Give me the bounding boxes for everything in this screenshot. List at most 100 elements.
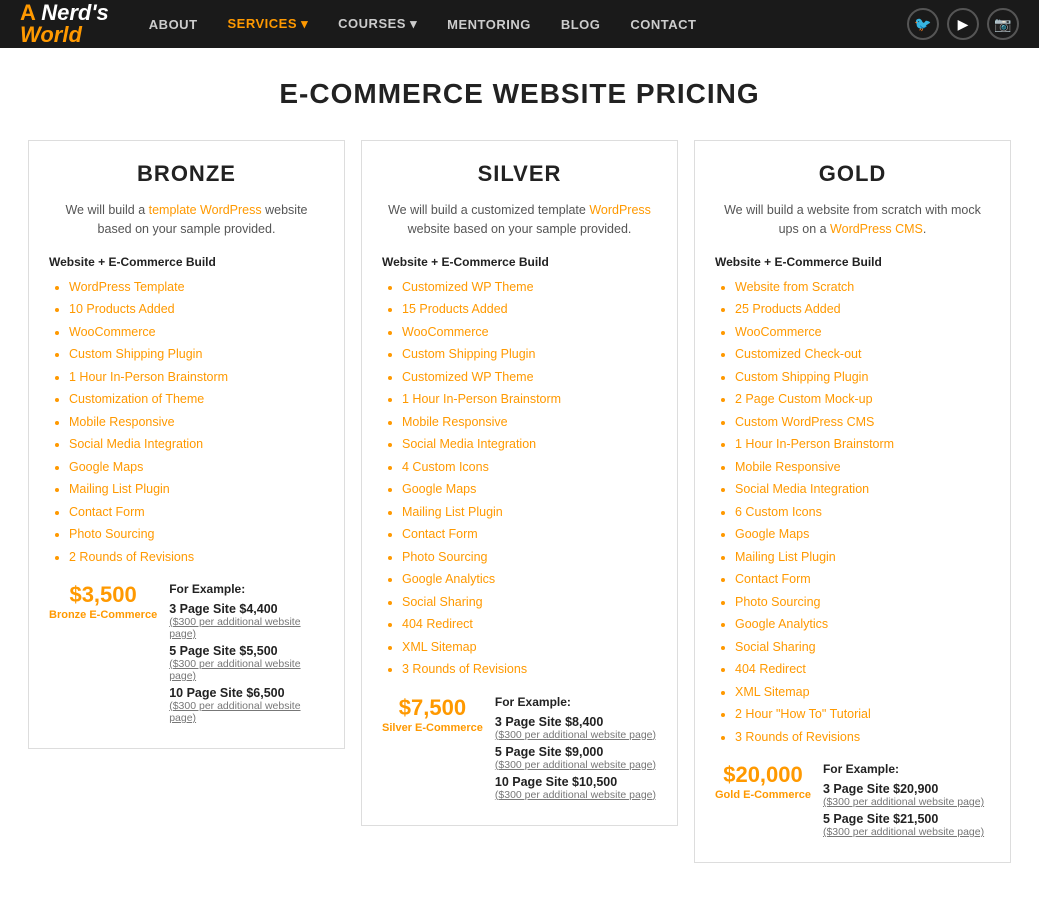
list-item: Photo Sourcing	[69, 526, 324, 544]
gold-for-example-label: For Example:	[823, 762, 990, 776]
bronze-pricing-bottom: $3,500 Bronze E-Commerce For Example: 3 Pa…	[49, 582, 324, 728]
twitter-icon[interactable]: 🐦	[907, 8, 939, 40]
list-item: Google Analytics	[735, 616, 990, 634]
silver-desc: We will build a customized template Word…	[382, 201, 657, 239]
nav-mentoring[interactable]: MENTORING	[447, 17, 531, 32]
list-item: Google Maps	[402, 481, 657, 499]
pricing-card-silver: SILVER We will build a customized templat…	[361, 140, 678, 826]
list-item: Mobile Responsive	[69, 414, 324, 432]
nav-contact[interactable]: CONTACT	[630, 17, 696, 32]
tier-name: 3 Page Site $4,400	[169, 602, 324, 616]
list-item: 2 Hour "How To" Tutorial	[735, 706, 990, 724]
instagram-icon[interactable]: 📷	[987, 8, 1019, 40]
bronze-price-badge: $3,500 Bronze E-Commerce	[49, 582, 157, 622]
silver-price-examples: For Example:3 Page Site $8,400 ($300 per…	[495, 695, 657, 805]
silver-title: SILVER	[382, 161, 657, 187]
silver-feature-list: Customized WP Theme 15 Products Added WooC…	[382, 279, 657, 679]
list-item: Contact Form	[69, 504, 324, 522]
bronze-for-example-label: For Example:	[169, 582, 324, 596]
list-item: 1 Hour In-Person Brainstorm	[402, 391, 657, 409]
gold-price-main: $20,000	[715, 762, 811, 788]
list-item: 3 Rounds of Revisions	[735, 729, 990, 747]
price-tier-row: 3 Page Site $8,400 ($300 per additional …	[495, 715, 657, 741]
pricing-card-gold: GOLD We will build a website from scratch…	[694, 140, 1011, 863]
gold-title: GOLD	[715, 161, 990, 187]
pricing-card-bronze: BRONZE We will build a template WordPress…	[28, 140, 345, 749]
price-tier-row: 5 Page Site $5,500 ($300 per additional …	[169, 644, 324, 682]
list-item: 404 Redirect	[402, 616, 657, 634]
social-icons: 🐦 ▶ 📷	[907, 8, 1019, 40]
gold-price-examples: For Example: 3 Page Site $20,900 ($300 pe…	[823, 762, 990, 842]
list-item: WordPress Template	[69, 279, 324, 297]
list-item: 2 Rounds of Revisions	[69, 549, 324, 567]
youtube-icon[interactable]: ▶	[947, 8, 979, 40]
bronze-section-label: Website + E-Commerce Build	[49, 255, 324, 269]
list-item: 2 Page Custom Mock-up	[735, 391, 990, 409]
list-item: Custom Shipping Plugin	[402, 346, 657, 364]
bronze-title: BRONZE	[49, 161, 324, 187]
gold-pricing-bottom: $20,000 Gold E-Commerce For Example: 3 Pag…	[715, 762, 990, 842]
gold-section-label: Website + E-Commerce Build	[715, 255, 990, 269]
tier-name: 10 Page Site $6,500	[169, 686, 324, 700]
price-tier-row: 5 Page Site $9,000 ($300 per additional …	[495, 745, 657, 771]
silver-section-label: Website + E-Commerce Build	[382, 255, 657, 269]
price-tier-row: 5 Page Site $21,500 ($300 per additional…	[823, 812, 990, 838]
nav-about[interactable]: ABOUT	[149, 17, 198, 32]
list-item: Website from Scratch	[735, 279, 990, 297]
bronze-price-label: Bronze E-Commerce	[49, 608, 157, 622]
bronze-feature-list: WordPress Template10 Products AddedWooCo…	[49, 279, 324, 567]
nav-services[interactable]: SERVICES ▾	[228, 16, 309, 32]
list-item: 1 Hour In-Person Brainstorm	[69, 369, 324, 387]
bronze-desc: We will build a template WordPress websi…	[49, 201, 324, 239]
tier-note: ($300 per additional website page)	[169, 658, 324, 682]
tier-note: ($300 per additional website page)	[823, 796, 990, 808]
price-tier-row: 10 Page Site $10,500 ($300 per additiona…	[495, 775, 657, 801]
price-tier-row: 10 Page Site $6,500 ($300 per additional…	[169, 686, 324, 724]
tier-name: 5 Page Site $9,000	[495, 745, 657, 759]
list-item: 3 Rounds of Revisions	[402, 661, 657, 679]
tier-note: ($300 per additional website page)	[823, 826, 990, 838]
list-item: Social Media Integration	[735, 481, 990, 499]
list-item: Customized WP Theme	[402, 279, 657, 297]
list-item: XML Sitemap	[735, 684, 990, 702]
list-item: 25 Products Added	[735, 301, 990, 319]
silver-pricing-bottom: $7,500 Silver E-CommerceFor Example:3 Pa…	[382, 695, 657, 805]
list-item: Mobile Responsive	[402, 414, 657, 432]
list-item: Google Analytics	[402, 571, 657, 589]
list-item: 6 Custom Icons	[735, 504, 990, 522]
list-item: Mailing List Plugin	[69, 481, 324, 499]
tier-name: 5 Page Site $5,500	[169, 644, 324, 658]
pricing-grid: BRONZE We will build a template WordPress…	[0, 130, 1039, 883]
list-item: Photo Sourcing	[402, 549, 657, 567]
list-item: Social Media Integration	[69, 436, 324, 454]
tier-note: ($300 per additional website page)	[169, 616, 324, 640]
gold-price-badge: $20,000 Gold E-Commerce	[715, 762, 811, 802]
logo-world: World	[20, 22, 82, 47]
nav-courses[interactable]: COURSES ▾	[338, 16, 417, 32]
gold-desc: We will build a website from scratch wit…	[715, 201, 990, 239]
list-item: Contact Form	[402, 526, 657, 544]
list-item: Custom Shipping Plugin	[69, 346, 324, 364]
tier-name: 3 Page Site $20,900	[823, 782, 990, 796]
list-item: Custom Shipping Plugin	[735, 369, 990, 387]
tier-note: ($300 per additional website page)	[495, 759, 657, 771]
list-item: Mobile Responsive	[735, 459, 990, 477]
list-item: 15 Products Added	[402, 301, 657, 319]
nav-blog[interactable]: BLOG	[561, 17, 601, 32]
gold-feature-list: Website from Scratch25 Products AddedWoo…	[715, 279, 990, 747]
list-item: 1 Hour In-Person Brainstorm	[735, 436, 990, 454]
site-logo[interactable]: A Nerd's World	[20, 2, 109, 46]
tier-name: 10 Page Site $10,500	[495, 775, 657, 789]
tier-name: 3 Page Site $8,400	[495, 715, 657, 729]
list-item: Social Media Integration	[402, 436, 657, 454]
list-item: WooCommerce	[402, 324, 657, 342]
list-item: Mailing List Plugin	[735, 549, 990, 567]
list-item: XML Sitemap	[402, 639, 657, 657]
list-item: Google Maps	[735, 526, 990, 544]
bronze-price-examples: For Example: 3 Page Site $4,400 ($300 per…	[169, 582, 324, 728]
price-tier-row: 3 Page Site $20,900 ($300 per additional…	[823, 782, 990, 808]
list-item: Customized WP Theme	[402, 369, 657, 387]
list-item: Customization of Theme	[69, 391, 324, 409]
list-item: Custom WordPress CMS	[735, 414, 990, 432]
list-item: Photo Sourcing	[735, 594, 990, 612]
